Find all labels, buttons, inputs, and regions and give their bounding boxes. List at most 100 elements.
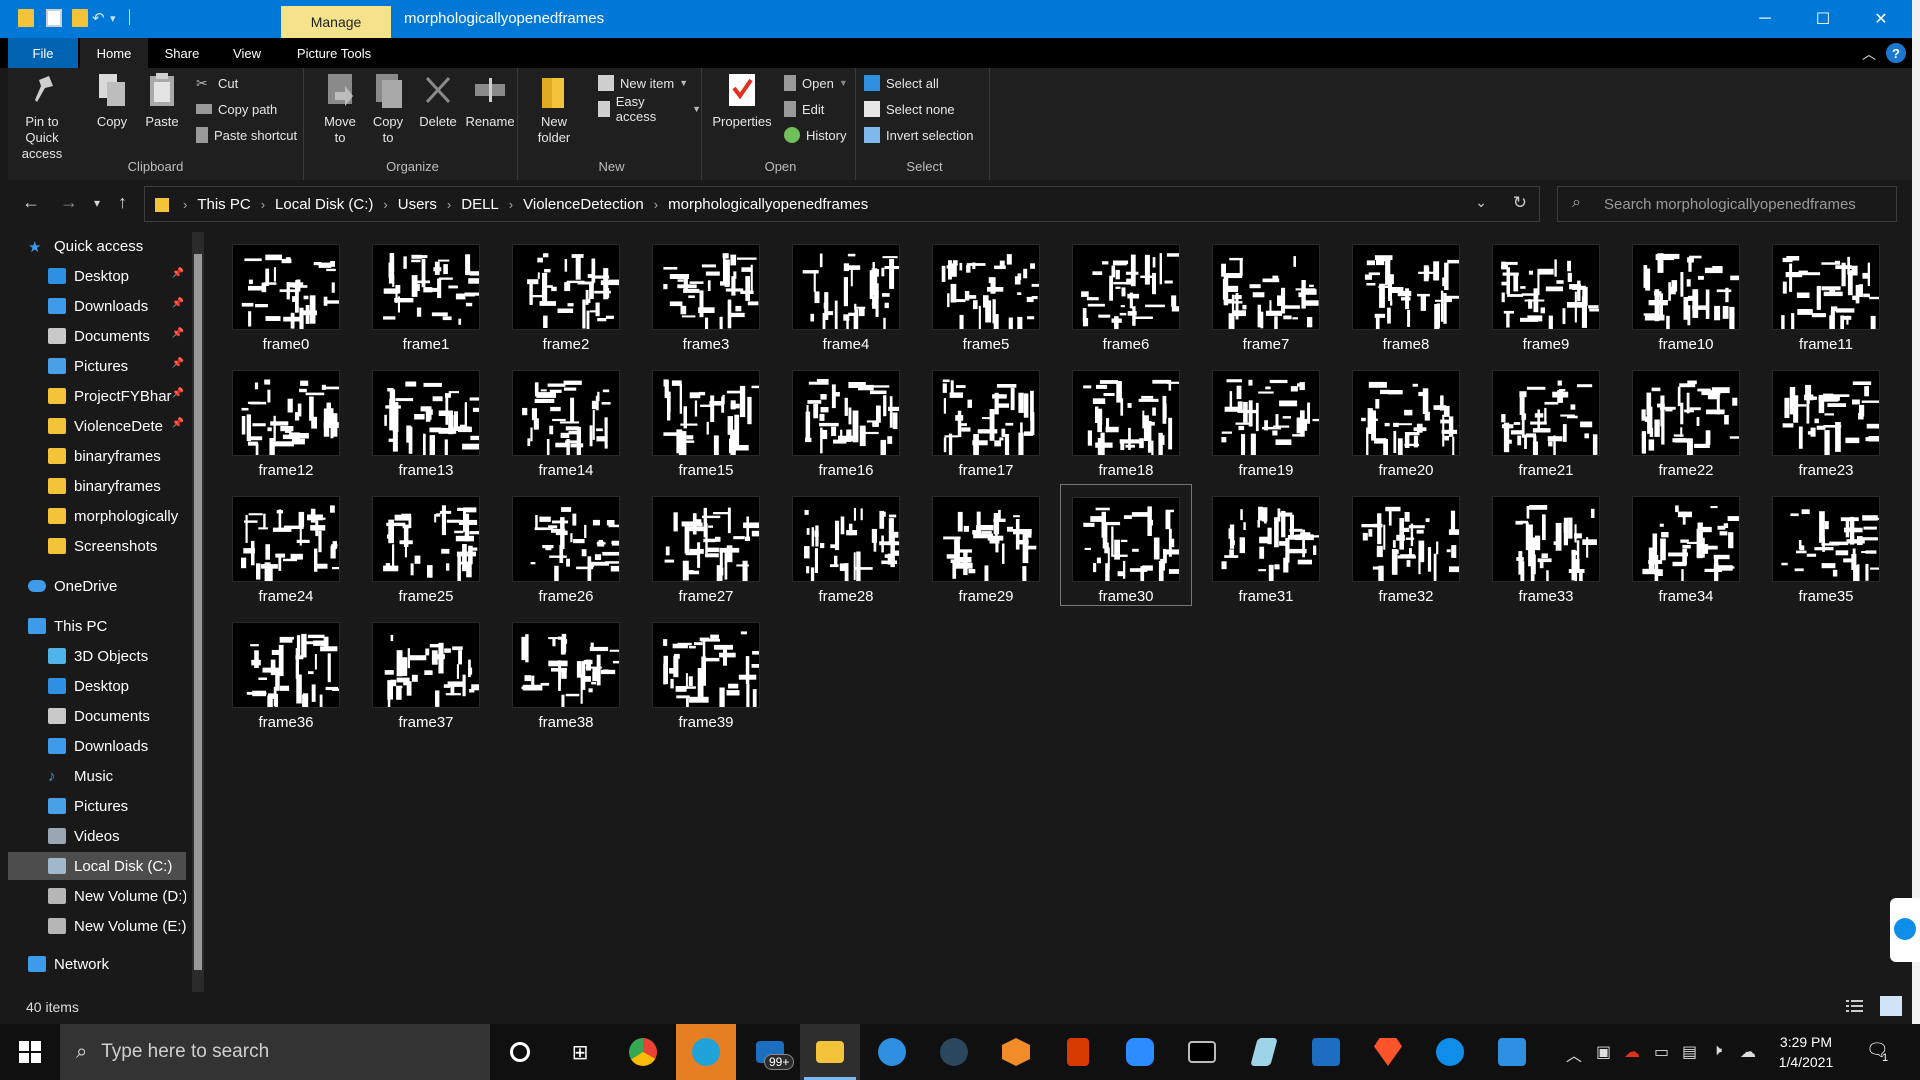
breadcrumb-current-folder[interactable]: morphologicallyopenedframes <box>668 196 868 213</box>
address-bar[interactable]: › This PC › Local Disk (C:) › Users › DE… <box>144 186 1540 222</box>
sidebar-item[interactable]: Desktop 📌 <box>8 262 186 290</box>
close-button[interactable]: ✕ <box>1852 0 1910 38</box>
file-item[interactable]: frame8 <box>1340 232 1472 354</box>
tab-picture-tools[interactable]: Picture Tools <box>284 38 384 68</box>
sidebar-item[interactable]: Screenshots <box>8 532 186 560</box>
sidebar-item[interactable]: ★ Quick access <box>8 232 186 260</box>
select-all-button[interactable]: Select all <box>864 72 939 94</box>
file-item[interactable]: frame38 <box>500 610 632 732</box>
cortana-button[interactable] <box>490 1024 550 1080</box>
taskbar-edge[interactable] <box>676 1024 736 1080</box>
taskbar-app-blue[interactable] <box>1296 1024 1356 1080</box>
meet-now-icon[interactable]: ▣ <box>1596 1042 1611 1062</box>
breadcrumb-separator[interactable]: › <box>447 197 451 212</box>
file-item[interactable]: frame10 <box>1620 232 1752 354</box>
sidebar-item[interactable]: binaryframes <box>8 472 186 500</box>
start-button[interactable] <box>0 1024 60 1080</box>
history-button[interactable]: History <box>784 124 846 146</box>
tab-manage[interactable]: Manage <box>281 6 391 38</box>
address-history-chevron-icon[interactable]: ⌄ <box>1475 194 1487 211</box>
details-view-icon[interactable] <box>1846 998 1864 1014</box>
copy-to-button[interactable]: Copy to <box>368 72 408 146</box>
sidebar-item[interactable]: ProjectFYBhar 📌 <box>8 382 186 410</box>
taskbar-teamviewer[interactable] <box>1420 1024 1480 1080</box>
new-folder-button[interactable]: New folder <box>530 72 578 146</box>
file-item[interactable]: frame35 <box>1760 484 1892 606</box>
task-view-button[interactable]: ⊞ <box>550 1024 610 1080</box>
teamviewer-quickconnect-icon[interactable] <box>1890 898 1920 962</box>
sidebar-item[interactable]: ♪ Music <box>8 762 186 790</box>
select-none-button[interactable]: Select none <box>864 98 955 120</box>
properties-icon[interactable] <box>46 9 62 27</box>
file-item[interactable]: frame12 <box>220 358 352 480</box>
maximize-button[interactable]: ☐ <box>1794 0 1852 38</box>
taskbar-chrome[interactable] <box>613 1024 673 1080</box>
edit-button[interactable]: Edit <box>784 98 824 120</box>
taskbar-steam[interactable] <box>924 1024 984 1080</box>
collapse-ribbon-icon[interactable]: ︿ <box>1862 44 1876 64</box>
taskbar-zoom[interactable] <box>1110 1024 1170 1080</box>
file-item[interactable]: frame3 <box>640 232 772 354</box>
file-item[interactable]: frame18 <box>1060 358 1192 480</box>
taskbar-photos[interactable] <box>1482 1024 1542 1080</box>
taskbar-brave[interactable] <box>1358 1024 1418 1080</box>
breadcrumb-separator[interactable]: › <box>261 197 265 212</box>
breadcrumb-separator[interactable]: › <box>183 197 187 212</box>
search-input[interactable] <box>1604 187 1894 221</box>
back-arrow-icon[interactable]: ← <box>22 192 40 213</box>
copy-path-button[interactable]: Copy path <box>196 98 277 120</box>
breadcrumb-local-disk[interactable]: Local Disk (C:) <box>275 196 373 213</box>
help-icon[interactable]: ? <box>1886 43 1906 63</box>
paste-shortcut-button[interactable]: Paste shortcut <box>196 124 297 146</box>
tab-home[interactable]: Home <box>80 38 148 68</box>
file-item[interactable]: frame2 <box>500 232 632 354</box>
sidebar-item[interactable]: Pictures <box>8 792 186 820</box>
file-item[interactable]: frame25 <box>360 484 492 606</box>
new-folder-icon[interactable] <box>72 9 88 27</box>
large-icons-view-icon[interactable] <box>1880 996 1902 1016</box>
file-item[interactable]: frame23 <box>1760 358 1892 480</box>
file-item[interactable]: frame14 <box>500 358 632 480</box>
file-item[interactable]: frame5 <box>920 232 1052 354</box>
file-item[interactable]: frame24 <box>220 484 352 606</box>
file-item[interactable]: frame16 <box>780 358 912 480</box>
file-item[interactable]: frame15 <box>640 358 772 480</box>
sidebar-item[interactable]: Documents <box>8 702 186 730</box>
file-item[interactable]: frame28 <box>780 484 912 606</box>
customize-toolbar-icon[interactable]: ▾ <box>110 12 116 25</box>
sidebar-item[interactable]: morphologically <box>8 502 186 530</box>
sidebar-scrollbar-thumb[interactable] <box>194 254 202 970</box>
delete-button[interactable]: Delete <box>416 72 460 130</box>
sidebar-item[interactable]: Local Disk (C:) <box>8 852 186 880</box>
file-item[interactable]: frame9 <box>1480 232 1612 354</box>
file-item[interactable]: frame6 <box>1060 232 1192 354</box>
file-item[interactable]: frame17 <box>920 358 1052 480</box>
breadcrumb-dell[interactable]: DELL <box>461 196 499 213</box>
sidebar-item[interactable]: This PC <box>8 612 186 640</box>
battery-icon[interactable]: ▭ <box>1654 1042 1669 1062</box>
file-item[interactable]: frame21 <box>1480 358 1612 480</box>
file-item[interactable]: frame13 <box>360 358 492 480</box>
pin-quick-access-button[interactable]: Pin to Quick access <box>14 72 70 162</box>
new-item-button[interactable]: New item ▼ <box>598 72 688 94</box>
taskbar-clock[interactable]: 3:29 PM 1/4/2021 <box>1764 1032 1848 1072</box>
sidebar-item[interactable]: 3D Objects <box>8 642 186 670</box>
refresh-icon[interactable]: ↻ <box>1513 193 1527 213</box>
sidebar-item[interactable]: New Volume (D:) <box>8 882 186 910</box>
file-item[interactable]: frame22 <box>1620 358 1752 480</box>
file-item[interactable]: frame0 <box>220 232 352 354</box>
easy-access-button[interactable]: Easy access ▼ <box>598 94 701 124</box>
file-item[interactable]: frame27 <box>640 484 772 606</box>
file-item[interactable]: frame20 <box>1340 358 1472 480</box>
file-item[interactable]: frame32 <box>1340 484 1472 606</box>
paste-button[interactable]: Paste <box>142 72 182 130</box>
taskbar-onedrive[interactable] <box>862 1024 922 1080</box>
network-tray-icon[interactable]: ▤ <box>1682 1042 1697 1062</box>
file-item[interactable]: frame4 <box>780 232 912 354</box>
copy-button[interactable]: Copy <box>92 72 132 130</box>
sidebar-item[interactable]: Desktop <box>8 672 186 700</box>
file-item[interactable]: frame36 <box>220 610 352 732</box>
sidebar-item[interactable]: binaryframes <box>8 442 186 470</box>
sidebar-item[interactable]: ViolenceDete 📌 <box>8 412 186 440</box>
invert-selection-button[interactable]: Invert selection <box>864 124 973 146</box>
